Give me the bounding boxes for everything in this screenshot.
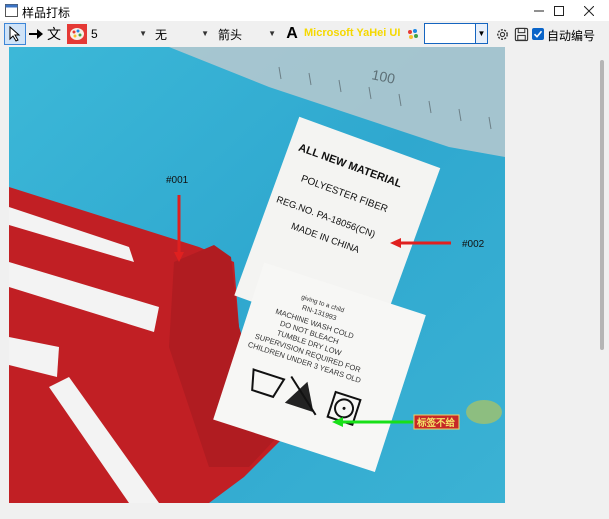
size-value: 5 <box>91 27 98 41</box>
shape-value: 箭头 <box>218 27 243 42</box>
chevron-down-icon: ▼ <box>268 29 276 38</box>
annotation-label-001[interactable]: #001 <box>166 175 189 186</box>
close-button[interactable] <box>569 0 609 21</box>
line-style-dropdown[interactable]: 无 ▼ <box>152 24 212 44</box>
line-style-value: 无 <box>155 27 168 42</box>
horizontal-scrollbar[interactable] <box>0 513 609 519</box>
checkmark-icon <box>533 30 543 38</box>
chevron-down-icon: ▼ <box>139 29 147 38</box>
annotation-note-text: 标签不给 <box>416 417 456 429</box>
gear-icon <box>496 28 508 40</box>
photo-drawing: 100 ALL NEW MATERIAL POLYESTER FIBER REG… <box>9 47 505 503</box>
select-tool-button[interactable] <box>4 23 26 45</box>
sample-photo[interactable]: 100 ALL NEW MATERIAL POLYESTER FIBER REG… <box>9 47 505 503</box>
arrow-tool-button[interactable] <box>27 23 45 45</box>
text-color-button[interactable] <box>405 23 421 45</box>
annotation-label-002[interactable]: #002 <box>462 239 485 250</box>
auto-number-label: 自动编号 <box>547 29 596 43</box>
maximize-icon <box>554 5 564 16</box>
title-bar: 样品打标 <box>0 0 609 21</box>
settings-button[interactable] <box>493 23 511 45</box>
color-picker-button[interactable] <box>66 23 88 45</box>
vertical-scrollbar-thumb[interactable] <box>600 60 604 350</box>
chevron-down-icon: ▼ <box>201 29 209 38</box>
chevron-down-icon: ▼ <box>475 24 487 43</box>
window-title: 样品打标 <box>22 6 71 20</box>
toolbar: 文 5 ▼ 无 ▼ 箭头 ▼ A Microsoft YaHei UI ▼ 自动… <box>0 21 609 47</box>
text-tool-button[interactable]: 文 <box>45 23 63 45</box>
color-dots-icon <box>408 29 418 39</box>
size-dropdown[interactable]: 5 ▼ <box>88 24 150 44</box>
auto-number-checkbox[interactable] <box>532 28 544 40</box>
palette-icon <box>67 24 87 44</box>
app-icon <box>5 4 18 17</box>
close-icon <box>584 5 594 16</box>
cursor-icon <box>9 26 21 42</box>
font-name-button[interactable]: Microsoft YaHei UI <box>304 27 400 39</box>
arrow-right-icon <box>29 29 43 39</box>
save-button[interactable] <box>512 23 530 45</box>
font-size-dropdown[interactable]: ▼ <box>424 23 488 44</box>
font-icon[interactable]: A <box>283 23 301 45</box>
save-icon <box>514 27 528 41</box>
shape-dropdown[interactable]: 箭头 ▼ <box>215 24 279 44</box>
